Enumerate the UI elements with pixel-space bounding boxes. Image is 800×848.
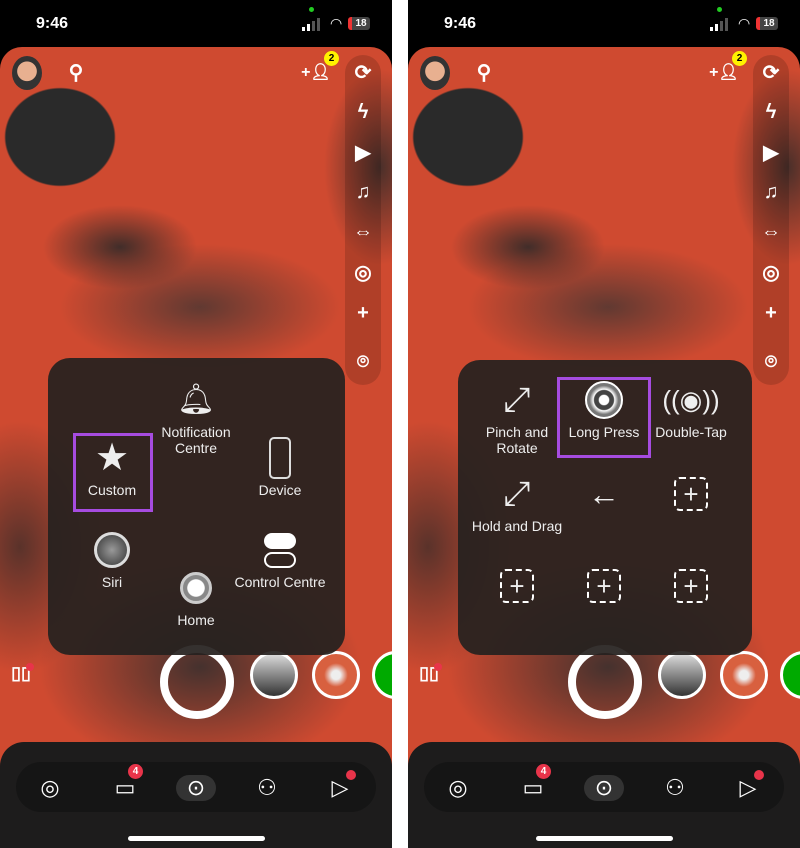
chat-badge: 4 [128,764,143,779]
scan-icon[interactable]: ⌾ [349,348,377,376]
phone-icon [230,437,330,479]
double-tap-icon: ((◉)) [662,385,720,415]
map-icon[interactable]: ◎ [35,775,65,801]
wifi-icon: ◠ [330,15,343,31]
battery-icon: 18 [348,17,370,30]
menu-item-add-gesture[interactable]: + [554,566,654,610]
add-gesture-icon: + [641,566,741,606]
menu-item-control-centre[interactable]: Control Centre [230,530,330,590]
lens-carousel-item[interactable] [658,651,706,699]
lens-carousel-item[interactable] [720,651,768,699]
memories-badge [434,663,442,671]
flash-off-icon[interactable]: ϟ [349,98,377,126]
clock: 9:46 [444,15,477,32]
plus-icon[interactable]: + [349,299,377,327]
menu-item-long-press[interactable]: Long Press [554,380,654,440]
add-gesture-icon: + [554,566,654,606]
flip-camera-icon[interactable]: ⟳ [757,58,785,86]
plus-icon[interactable]: + [757,299,785,327]
wifi-icon: ◠ [738,15,751,31]
search-icon[interactable]: ⚲ [472,60,496,84]
siri-icon [62,530,162,570]
camera-indicator [717,7,722,12]
lens-carousel-item[interactable] [250,651,298,699]
menu-item-add-gesture[interactable]: + [641,474,741,518]
spotlight-badge [754,770,764,780]
back-arrow-icon: ← [588,476,620,512]
stories-icon[interactable]: ⚇ [660,775,690,801]
menu-item-label: Control Centre [234,574,326,590]
avatar[interactable] [12,56,42,90]
menu-item-label: Home [177,612,215,628]
lens-carousel-item[interactable] [312,651,360,699]
menu-item-label: Pinch and Rotate [485,424,549,456]
video-icon[interactable]: ▶ [349,138,377,166]
menu-item-label: Double-Tap [655,424,727,440]
menu-item-label: Hold and Drag [471,518,563,534]
chat-badge: 4 [536,764,551,779]
phone-screen-2: 9:46 ◠ 18 ⚲ +👤︎ 2 ⟳ ϟ ▶ ♫ ⇔ ◎ + ⌾ ▯▯ ⤢ Pinch and … [408,0,800,848]
search-icon[interactable]: ⚲ [64,60,88,84]
capture-button[interactable] [568,645,642,719]
hold-drag-icon: ⤢ [503,475,531,513]
phone-screen-1: 9:46 ◠ 18 ⚲ +👤︎ 2 ⟳ ϟ ▶ ♫ ⇔ ◎ + ⌾ ▯▯ 🔔︎ Notificat… [0,0,392,848]
status-bar: 9:46 ◠ 18 [0,0,392,46]
pinch-rotate-icon: ⤢ [503,381,531,419]
menu-item-hold-and-drag[interactable]: ⤢ Hold and Drag [467,474,567,534]
menu-item-custom[interactable]: ★ Custom [62,438,162,498]
timer-camera-icon[interactable]: ◎ [757,258,785,286]
status-bar: 9:46 ◠ 18 [408,0,800,46]
toggles-icon [230,530,330,570]
camera-indicator [309,7,314,12]
menu-item-label: Device [258,482,302,498]
capture-button[interactable] [160,645,234,719]
stories-icon[interactable]: ⚇ [252,775,282,801]
spotlight-badge [346,770,356,780]
menu-item-add-gesture[interactable]: + [641,566,741,610]
signal-icon [710,18,728,31]
spotlight-icon[interactable]: ⊙ [176,775,216,801]
menu-item-add-gesture[interactable]: + [467,566,567,610]
menu-item-label: Notification Centre [161,424,231,456]
clock: 9:46 [36,15,69,32]
spotlight-icon[interactable]: ⊙ [584,775,624,801]
menu-item-double-tap[interactable]: ((◉)) Double-Tap [641,380,741,440]
flash-off-icon[interactable]: ϟ [757,98,785,126]
menu-item-label: Custom [87,482,137,498]
bottom-nav: ◎ ▭ ⊙ ⚇ ▷ 4 [408,742,800,848]
friend-request-badge: 2 [324,51,339,66]
home-indicator [536,836,673,841]
long-press-icon [554,380,654,420]
bell-icon: 🔔︎ [176,383,216,416]
avatar[interactable] [420,56,450,90]
music-icon[interactable]: ♫ [757,178,785,206]
music-icon[interactable]: ♫ [349,178,377,206]
dual-camera-icon[interactable]: ⇔ [757,218,785,246]
add-gesture-icon: + [641,474,741,514]
home-indicator [128,836,265,841]
menu-item-back[interactable]: ← [554,474,654,518]
flip-camera-icon[interactable]: ⟳ [349,58,377,86]
dual-camera-icon[interactable]: ⇔ [349,218,377,246]
bottom-nav: ◎ ▭ ⊙ ⚇ ▷ 4 [0,742,392,848]
map-icon[interactable]: ◎ [443,775,473,801]
memories-badge [26,663,34,671]
star-icon: ★ [94,437,130,479]
add-gesture-icon: + [467,566,567,606]
menu-item-label: Long Press [568,424,640,440]
menu-item-pinch-and-rotate[interactable]: ⤢ Pinch and Rotate [467,380,567,456]
signal-icon [302,18,320,31]
battery-icon: 18 [756,17,778,30]
scan-icon[interactable]: ⌾ [757,348,785,376]
menu-item-label: Siri [101,574,123,590]
timer-camera-icon[interactable]: ◎ [349,258,377,286]
friend-request-badge: 2 [732,51,747,66]
video-icon[interactable]: ▶ [757,138,785,166]
menu-item-device[interactable]: Device [230,437,330,498]
